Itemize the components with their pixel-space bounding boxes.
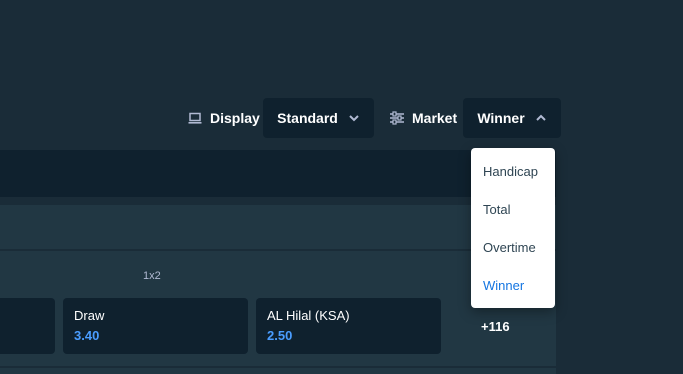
page-right-background — [566, 0, 683, 374]
more-markets-link[interactable]: +116 — [481, 319, 510, 334]
display-label-group: Display — [188, 110, 260, 126]
dropdown-option-overtime[interactable]: Overtime — [471, 229, 555, 267]
outcome-card-home[interactable] — [0, 298, 55, 354]
display-select[interactable]: Standard — [263, 98, 374, 138]
chevron-up-icon — [535, 112, 547, 124]
market-dropdown-menu: Handicap Total Overtime Winner — [471, 148, 555, 308]
panel-bottom-divider — [0, 366, 556, 368]
sliders-icon — [390, 111, 404, 125]
market-label-group: Market — [390, 110, 457, 126]
display-select-value: Standard — [277, 110, 338, 126]
market-column-label: 1x2 — [143, 270, 161, 282]
outcome-name: AL Hilal (KSA) — [267, 308, 350, 323]
dropdown-option-winner[interactable]: Winner — [471, 267, 555, 305]
outcome-card-away[interactable]: AL Hilal (KSA) 2.50 — [256, 298, 441, 354]
display-label: Display — [210, 110, 260, 126]
outcome-name: Draw — [74, 308, 105, 323]
outcome-price: 2.50 — [267, 328, 293, 343]
dropdown-option-total[interactable]: Total — [471, 191, 555, 229]
outcome-price: 3.40 — [74, 328, 100, 343]
market-select[interactable]: Winner — [463, 98, 561, 138]
dropdown-option-handicap[interactable]: Handicap — [471, 153, 555, 191]
market-label: Market — [412, 110, 458, 126]
laptop-icon — [188, 111, 202, 125]
market-select-value: Winner — [477, 110, 525, 126]
chevron-down-icon — [348, 112, 360, 124]
outcome-card-draw[interactable]: Draw 3.40 — [63, 298, 248, 354]
